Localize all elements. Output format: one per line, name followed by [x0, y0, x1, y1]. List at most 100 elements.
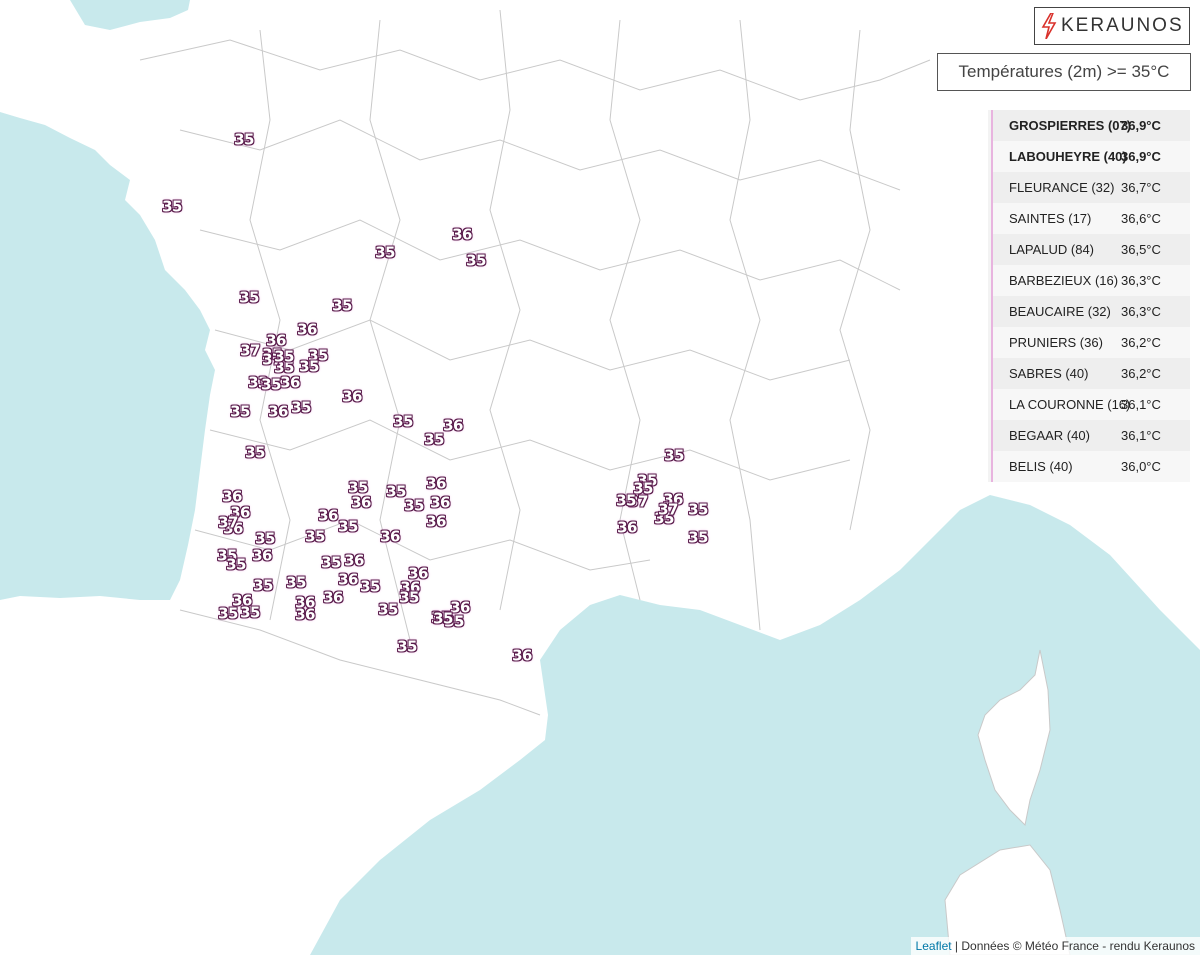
temperature-marker[interactable]: 37	[240, 343, 260, 359]
ranking-temperature: 36,3°C	[1121, 304, 1161, 319]
temperature-marker[interactable]: 36	[297, 322, 317, 338]
temperature-marker[interactable]: 36	[426, 514, 446, 530]
ranking-station-name: LAPALUD (84)	[1009, 242, 1095, 257]
ranking-temperature: 36,3°C	[1121, 273, 1161, 288]
temperature-marker[interactable]: 35	[218, 606, 238, 622]
keraunos-logo[interactable]: KERAUNOS	[1034, 7, 1190, 45]
temperature-marker[interactable]: 36	[430, 495, 450, 511]
ranking-temperature: 36,2°C	[1121, 335, 1161, 350]
ranking-temperature: 36,7°C	[1121, 180, 1161, 195]
temperature-marker[interactable]: 35	[688, 530, 708, 546]
ranking-station-name: PRUNIERS (36)	[1009, 335, 1103, 350]
ranking-station-name: SABRES (40)	[1009, 366, 1089, 381]
ranking-temperature: 36,9°C	[1121, 149, 1161, 164]
brand-name: KERAUNOS	[1061, 15, 1184, 36]
temperature-marker[interactable]: 36	[338, 572, 358, 588]
temperature-marker[interactable]: 35	[305, 529, 325, 545]
ranking-row: BELIS (40) 36,0°C	[991, 451, 1190, 482]
lightning-bolt-icon	[1041, 13, 1057, 39]
temperature-marker[interactable]: 35	[404, 498, 424, 514]
temperature-marker[interactable]: 36	[222, 489, 242, 505]
temperature-marker[interactable]: 35	[234, 132, 254, 148]
temperature-marker[interactable]: 35	[338, 519, 358, 535]
temperature-ranking: GROSPIERRES (07) 36,9°C LABOUHEYRE (40) 36,…	[988, 110, 1190, 482]
ranking-station-name: GROSPIERRES (07)	[1009, 118, 1132, 133]
ranking-station-name: LA COURONNE (16)	[1009, 397, 1131, 412]
ranking-row: BEGAAR (40) 36,1°C	[991, 420, 1190, 451]
temperature-marker[interactable]: 35	[332, 298, 352, 314]
temperature-marker[interactable]: 36	[318, 508, 338, 524]
temperature-marker[interactable]: 35	[375, 245, 395, 261]
temperature-marker[interactable]: 35	[466, 253, 486, 269]
temperature-marker[interactable]: 36	[323, 590, 343, 606]
temperature-marker[interactable]: 35	[433, 611, 453, 627]
ranking-station-name: FLEURANCE (32)	[1009, 180, 1115, 195]
temperature-marker[interactable]: 35	[239, 290, 259, 306]
ranking-row: PRUNIERS (36) 36,2°C	[991, 327, 1190, 358]
ranking-station-name: LABOUHEYRE (40)	[1009, 149, 1127, 164]
temperature-marker[interactable]: 35	[240, 605, 260, 621]
ranking-row: BARBEZIEUX (16) 36,3°C	[991, 265, 1190, 296]
temperature-marker[interactable]: 35	[253, 578, 273, 594]
ranking-temperature: 36,2°C	[1121, 366, 1161, 381]
temperature-marker[interactable]: 36	[512, 648, 532, 664]
ranking-row: GROSPIERRES (07) 36,9°C	[991, 110, 1190, 141]
ranking-row: LA COURONNE (16) 36,1°C	[991, 389, 1190, 420]
ranking-station-name: BEAUCAIRE (32)	[1009, 304, 1111, 319]
temperature-marker[interactable]: 36	[452, 227, 472, 243]
temperature-marker[interactable]: 35	[226, 557, 246, 573]
temperature-marker[interactable]: 36	[252, 548, 272, 564]
temperature-marker[interactable]: 35	[245, 445, 265, 461]
temperature-marker[interactable]: 35	[386, 484, 406, 500]
temperature-marker[interactable]: 37	[218, 515, 238, 531]
temperature-marker[interactable]: 35	[424, 432, 444, 448]
ranking-station-name: BEGAAR (40)	[1009, 428, 1090, 443]
ranking-row: SABRES (40) 36,2°C	[991, 358, 1190, 389]
temperature-marker[interactable]: 35	[261, 377, 281, 393]
temperature-marker[interactable]: 36	[443, 418, 463, 434]
map-attribution: Leaflet | Données © Météo France - rendu…	[910, 937, 1200, 955]
temperature-marker[interactable]: 36	[342, 389, 362, 405]
temperature-marker[interactable]: 35	[393, 414, 413, 430]
ranking-station-name: BELIS (40)	[1009, 459, 1073, 474]
temperature-marker[interactable]: 36	[426, 476, 446, 492]
attribution-text: | Données © Météo France - rendu Kerauno…	[951, 939, 1195, 953]
ranking-station-name: BARBEZIEUX (16)	[1009, 273, 1119, 288]
temperature-marker[interactable]: 35	[255, 531, 275, 547]
temperature-marker[interactable]: 35	[688, 502, 708, 518]
temperature-marker[interactable]: 36	[380, 529, 400, 545]
ranking-row: LAPALUD (84) 36,5°C	[991, 234, 1190, 265]
ranking-row: FLEURANCE (32) 36,7°C	[991, 172, 1190, 203]
ranking-row: LABOUHEYRE (40) 36,9°C	[991, 141, 1190, 172]
temperature-marker[interactable]: 37	[658, 502, 678, 518]
ranking-temperature: 36,5°C	[1121, 242, 1161, 257]
leaflet-link[interactable]: Leaflet	[916, 939, 952, 953]
legend-title: Températures (2m) >= 35°C	[937, 53, 1191, 91]
temperature-marker[interactable]: 36	[268, 404, 288, 420]
temperature-marker[interactable]: 35	[286, 575, 306, 591]
temperature-marker[interactable]: 36	[351, 495, 371, 511]
ranking-temperature: 36,6°C	[1121, 211, 1161, 226]
temperature-marker[interactable]: 35	[274, 349, 294, 365]
temperature-marker[interactable]: 35	[664, 448, 684, 464]
temperature-marker[interactable]: 35	[291, 400, 311, 416]
temperature-marker[interactable]: 35	[230, 404, 250, 420]
temperature-marker[interactable]: 35	[378, 602, 398, 618]
temperature-marker[interactable]: 35	[360, 579, 380, 595]
temperature-marker[interactable]: 35	[321, 555, 341, 571]
temperature-marker[interactable]: 36	[280, 375, 300, 391]
ranking-temperature: 36,1°C	[1121, 397, 1161, 412]
ranking-row: BEAUCAIRE (32) 36,3°C	[991, 296, 1190, 327]
temperature-marker[interactable]: 36	[344, 553, 364, 569]
temperature-marker[interactable]: 35	[616, 493, 636, 509]
temperature-marker[interactable]: 36	[295, 607, 315, 623]
temperature-marker[interactable]: 35	[397, 639, 417, 655]
ranking-row: SAINTES (17) 36,6°C	[991, 203, 1190, 234]
temperature-marker[interactable]: 35	[399, 590, 419, 606]
temperature-marker[interactable]: 35	[299, 359, 319, 375]
temperature-marker[interactable]: 36	[617, 520, 637, 536]
ranking-temperature: 36,0°C	[1121, 459, 1161, 474]
ranking-temperature: 36,9°C	[1121, 118, 1161, 133]
temperature-marker[interactable]: 35	[162, 199, 182, 215]
ranking-temperature: 36,1°C	[1121, 428, 1161, 443]
